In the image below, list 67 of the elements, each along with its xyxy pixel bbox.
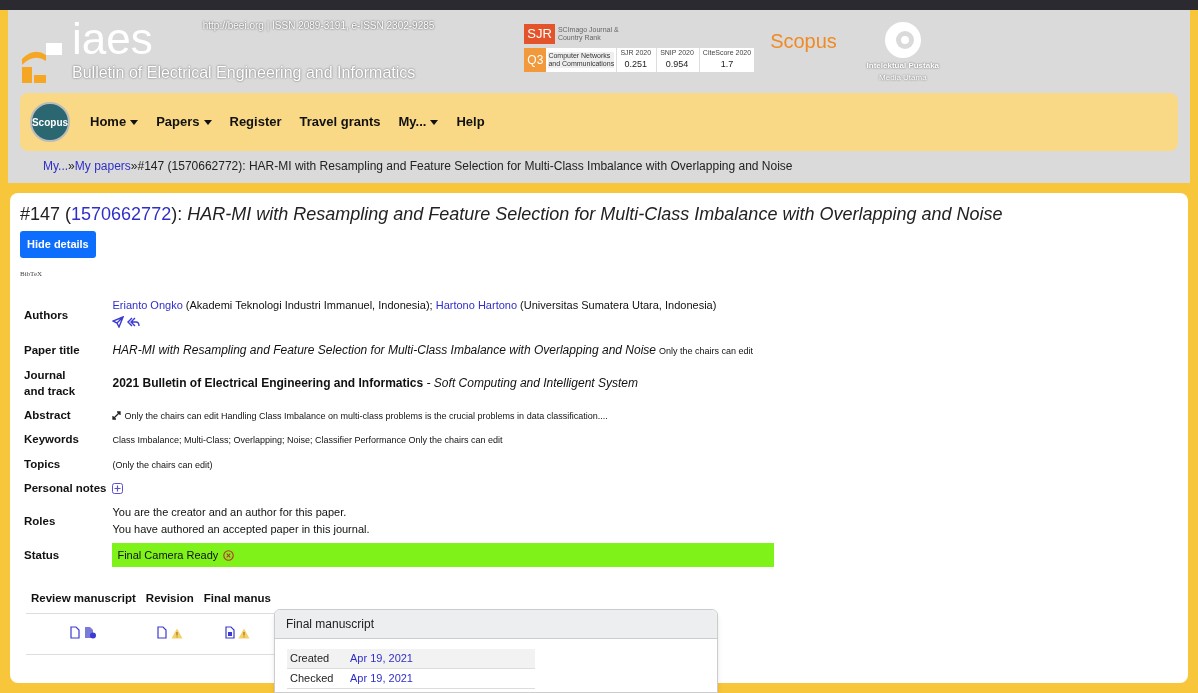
- status-text: Final Camera Ready: [117, 547, 219, 563]
- quartile-badge: Q3: [524, 47, 547, 72]
- author-affiliation: (Akademi Teknologi Industri Immanuel, Indonesia);: [184, 298, 434, 311]
- publisher-name: Intelektual Pustaka: [866, 60, 940, 72]
- scopus-logo-text: Scopus: [770, 29, 837, 54]
- author-affiliation: (Universitas Sumatera Utara, Indonesia): [519, 298, 717, 311]
- date-value: Apr 19, 2021: [350, 671, 413, 687]
- field-label: Roles: [24, 515, 56, 527]
- info-file-icon[interactable]: [84, 626, 97, 640]
- breadcrumb-link[interactable]: My papers: [74, 159, 131, 173]
- column-header: Review manuscript: [31, 592, 136, 604]
- paper-number: #147 (: [20, 204, 72, 224]
- scopus-badge: Scopus: [30, 102, 70, 142]
- date-value: Apr 19, 2021: [350, 651, 413, 667]
- breadcrumb-separator: »: [130, 159, 138, 173]
- breadcrumb-current: #147 (1570662772): HAR-MI with Resampling and Feature Selection for Multi-Class Imbalance with Overlapping and Noise: [137, 159, 793, 173]
- warning-icon: [170, 628, 183, 640]
- pdf-file-icon[interactable]: [70, 626, 83, 640]
- author-link[interactable]: Hartono Hartono: [435, 298, 518, 311]
- nav-link[interactable]: Help: [456, 112, 485, 132]
- paper-title: HAR-MI with Resampling and Feature Selection for Multi-Class Imbalance with Overlapping and Noise: [112, 342, 657, 357]
- reply-all-icon[interactable]: [127, 316, 141, 328]
- field-label: Personal notes: [24, 482, 107, 494]
- journal-name-value: 2021 Bulletin of Electrical Engineering and Informatics: [112, 375, 424, 390]
- paper-title-heading: HAR-MI with Resampling and Feature Selection for Multi-Class Imbalance with Overlapping and Noise: [187, 204, 1003, 224]
- heading-separator: ):: [171, 204, 184, 224]
- expand-icon[interactable]: [112, 410, 122, 420]
- track-name: - Soft Computing and Intelligent System: [425, 375, 638, 390]
- sjr-badge: SJR: [524, 24, 555, 44]
- date-label: Created: [290, 651, 331, 667]
- field-label: Keywords: [24, 433, 79, 446]
- metric-value: 0.251: [624, 58, 647, 71]
- breadcrumb-separator: »: [68, 159, 75, 173]
- breadcrumb-link[interactable]: My...: [43, 159, 69, 173]
- nav-link[interactable]: My...: [398, 112, 439, 132]
- column-header: Final manus: [203, 592, 271, 604]
- popover-header: Final manuscript: [275, 610, 717, 639]
- nav-link[interactable]: Travel grants: [299, 112, 381, 132]
- field-value: Class Imbalance; Multi-Class; Overlapping; Noise; Classifier Performance Only the chairs can edit: [112, 435, 503, 445]
- publisher-logo-icon: [882, 20, 923, 60]
- metric-value: 0.954: [665, 58, 689, 71]
- close-icon[interactable]: [223, 549, 235, 561]
- field-label: Topics: [24, 457, 61, 470]
- nav-link[interactable]: Papers: [156, 112, 212, 132]
- nav-link[interactable]: Register: [229, 112, 282, 132]
- abstract-text: Only the chairs can edit Handling Class Imbalance on multi-class problems is the crucial problems in data classification....: [124, 410, 608, 421]
- edit-note: Only the chairs can edit: [659, 345, 754, 356]
- pdf-file-icon[interactable]: [156, 626, 169, 640]
- metric-value: 1.7: [720, 58, 734, 71]
- field-label: Abstract: [24, 408, 71, 421]
- warning-icon: [237, 628, 250, 640]
- hide-details-button[interactable]: Hide details: [20, 231, 96, 258]
- send-icon[interactable]: [112, 316, 125, 328]
- author-link[interactable]: Erianto Ongko: [112, 298, 183, 311]
- nav-link[interactable]: Home: [90, 112, 139, 132]
- field-label: Status: [24, 549, 60, 561]
- field-value: (Only the chairs can edit): [112, 459, 213, 470]
- role-text: You have authored an accepted paper in this journal.: [112, 522, 371, 537]
- add-note-icon[interactable]: [112, 482, 124, 494]
- document-icon[interactable]: [224, 626, 236, 640]
- role-text: You are the creator and an author for this paper.: [112, 505, 348, 520]
- date-label: Checked: [290, 671, 335, 687]
- field-label: Journal and track: [24, 367, 77, 399]
- column-header: Revision: [145, 592, 194, 604]
- field-label: Authors: [24, 308, 69, 321]
- paper-id-link[interactable]: 1570662772: [71, 204, 172, 224]
- field-label: Paper title: [24, 343, 80, 356]
